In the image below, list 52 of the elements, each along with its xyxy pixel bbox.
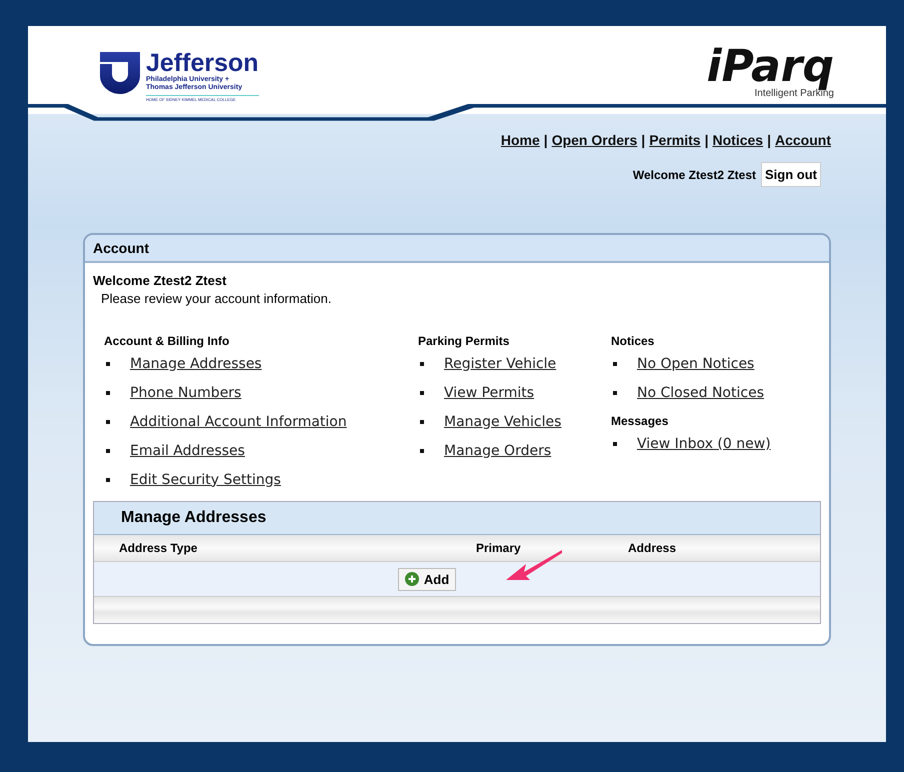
- nav-separator: |: [544, 132, 548, 148]
- nav-link[interactable]: Home: [500, 132, 540, 148]
- section-heading: Account & Billing Info: [104, 334, 230, 348]
- welcome-heading: Welcome Ztest2 Ztest: [93, 273, 228, 288]
- section-heading: Messages: [611, 414, 670, 428]
- menu-link[interactable]: Register Vehicle: [444, 356, 556, 372]
- bullet-icon: [613, 362, 617, 366]
- menu-link[interactable]: View Inbox (0 new): [637, 436, 771, 452]
- menu-link[interactable]: Manage Vehicles: [444, 414, 562, 430]
- nav-separator: |: [767, 132, 771, 148]
- menu-link[interactable]: View Permits: [444, 384, 534, 400]
- bullet-icon: [420, 362, 424, 366]
- bullet-icon: [106, 420, 110, 424]
- plus-icon: [404, 572, 419, 586]
- menu-link[interactable]: Manage Orders: [444, 442, 552, 458]
- section-title: Manage Addresses: [94, 502, 820, 535]
- menu-link[interactable]: Email Addresses: [130, 442, 245, 458]
- add-button[interactable]: Add: [398, 568, 456, 590]
- nav-separator: |: [704, 132, 708, 148]
- bullet-icon: [106, 478, 110, 482]
- bullet-icon: [106, 390, 110, 394]
- logo-name: iParq: [706, 46, 834, 88]
- menu-link[interactable]: Manage Addresses: [130, 356, 262, 372]
- welcome-text: Welcome Ztest2 Ztest: [632, 168, 756, 182]
- section-heading: Parking Permits: [418, 334, 510, 348]
- menu-link[interactable]: No Open Notices: [637, 356, 754, 372]
- nav-link[interactable]: Account: [775, 132, 831, 148]
- panel-title: Account: [85, 235, 829, 263]
- bullet-icon: [613, 390, 617, 394]
- nav-link[interactable]: Open Orders: [552, 132, 638, 148]
- bullet-icon: [420, 420, 424, 424]
- shield-logo-icon: [100, 50, 140, 94]
- column-header: Primary: [476, 541, 522, 555]
- bullet-icon: [106, 362, 110, 366]
- nav-link[interactable]: Permits: [649, 132, 701, 148]
- nav-link[interactable]: Notices: [712, 132, 764, 148]
- section-heading: Notices: [611, 334, 656, 348]
- menu-link[interactable]: Additional Account Information: [130, 414, 347, 430]
- bullet-icon: [420, 390, 424, 394]
- bullet-icon: [420, 448, 424, 452]
- column-header: Address: [628, 541, 678, 555]
- logo-tagline: Intelligent Parking: [754, 88, 834, 99]
- sign-out-button[interactable]: Sign out: [761, 162, 821, 187]
- menu-link[interactable]: Phone Numbers: [130, 384, 242, 400]
- menu-link[interactable]: No Closed Notices: [637, 384, 764, 400]
- intro-text: Please review your account information.: [100, 291, 333, 306]
- logo-name: Jefferson: [146, 50, 259, 76]
- nav-separator: |: [641, 132, 646, 148]
- menu-link[interactable]: Edit Security Settings: [130, 472, 281, 488]
- column-header: Address Type: [119, 541, 198, 555]
- bullet-icon: [613, 442, 617, 446]
- bullet-icon: [106, 448, 110, 452]
